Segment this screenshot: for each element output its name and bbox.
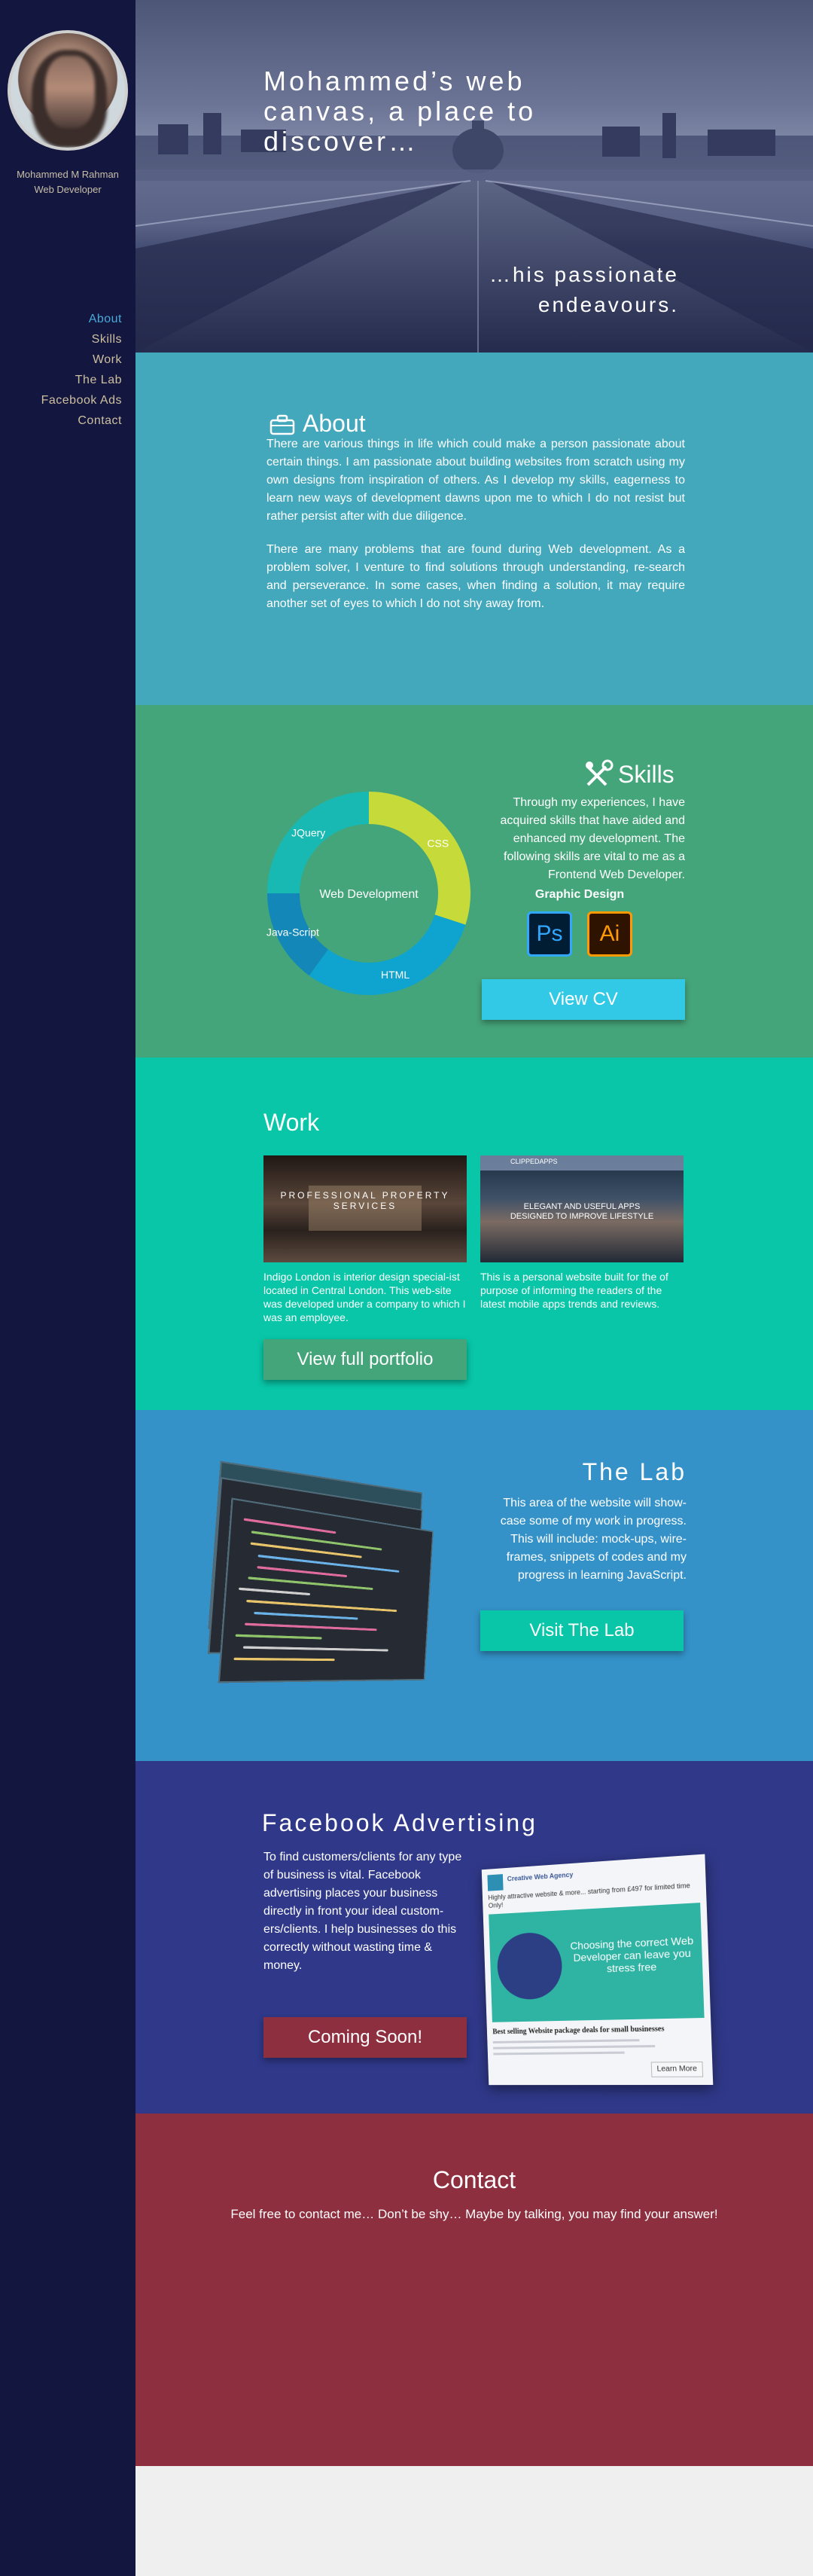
chart-label-html: HTML: [381, 969, 410, 981]
lab-heading: The Lab: [582, 1458, 687, 1485]
chart-slice-html: [309, 914, 466, 995]
work-desc-indigo: Indigo London is interior design special…: [263, 1271, 466, 1323]
chart-label-jquery: JQuery: [291, 827, 325, 839]
facebook-ad-preview: Creative Web Agency Highly attractive we…: [481, 1854, 714, 2086]
work-desc-clippedapps: This is a personal website built for the…: [480, 1271, 668, 1310]
nav-item-the-lab[interactable]: The Lab: [41, 370, 122, 390]
code-screen-front: [218, 1497, 434, 1683]
ad-title: Best selling Website package deals for s…: [492, 2025, 665, 2037]
facebook-heading: Facebook Advertising: [262, 1809, 537, 1836]
nav-item-facebook-ads[interactable]: Facebook Ads: [41, 390, 122, 411]
skills-heading: Skills: [618, 761, 674, 788]
lab-code-screens: [203, 1460, 459, 1704]
contact-section: Contact Feel free to contact me… Don’t b…: [136, 2114, 813, 2466]
coming-soon-button[interactable]: Coming Soon!: [263, 2017, 467, 2058]
visit-lab-button[interactable]: Visit The Lab: [480, 1610, 684, 1651]
work-thumbnail-clippedapps[interactable]: CLIPPEDAPPS ELEGANT AND USEFUL APPS DESI…: [480, 1155, 684, 1262]
main-nav: About Skills Work The Lab Facebook Ads C…: [41, 309, 122, 431]
work-heading: Work: [263, 1109, 320, 1136]
facebook-text: To find customers/clients for any type o…: [263, 1851, 462, 1972]
about-paragraph-1: There are various things in life which c…: [266, 438, 685, 523]
view-portfolio-button[interactable]: View full portfolio: [263, 1339, 467, 1380]
graphic-design-heading: Graphic Design: [534, 888, 625, 901]
ad-image-badge: [496, 1931, 563, 2001]
ad-learn-more-button[interactable]: Learn More: [650, 2061, 704, 2077]
chart-slice-css: [369, 792, 470, 925]
chart-label-css: CSS: [427, 837, 449, 849]
thumb1-caption: PROFESSIONAL PROPERTY SERVICES: [280, 1190, 450, 1211]
profile-caption: Mohammed M Rahman Web Developer: [0, 167, 136, 197]
hero-title: Mohammed’s web canvas, a place to discov…: [263, 66, 537, 157]
nav-item-work[interactable]: Work: [41, 349, 122, 370]
hero-tagline: …his passionate endeavours.: [489, 263, 679, 316]
sidebar: Mohammed M Rahman Web Developer About Sk…: [0, 0, 136, 2576]
work-section: Work PROFESSIONAL PROPERTY SERVICES CLIP…: [136, 1058, 813, 1410]
thumb2-caption: ELEGANT AND USEFUL APPS DESIGNED TO IMPR…: [510, 1202, 654, 1221]
tools-icon: [586, 759, 614, 786]
nav-item-skills[interactable]: Skills: [41, 329, 122, 349]
briefcase-icon: [269, 414, 295, 435]
contact-text: Feel free to contact me… Don’t be shy… M…: [230, 2207, 718, 2221]
nav-item-contact[interactable]: Contact: [41, 411, 122, 431]
about-paragraph-2: There are many problems that are found d…: [266, 543, 685, 610]
about-section: About There are various things in life w…: [136, 353, 813, 705]
ad-image: Choosing the correct Web Developer can l…: [489, 1903, 705, 2022]
about-heading: About: [303, 410, 366, 437]
skills-section: CSS HTML Java-Script JQuery Web Development …: [136, 705, 813, 1058]
profile-role: Web Developer: [34, 184, 102, 195]
lab-section: The Lab This area of the website will sh…: [136, 1410, 813, 1761]
chart-label-javascript: Java-Script: [266, 926, 319, 939]
thumb2-brand: CLIPPEDAPPS: [510, 1158, 558, 1165]
lab-text: This area of the website will show-case …: [500, 1497, 687, 1582]
view-cv-button[interactable]: View CV: [482, 979, 685, 1020]
chart-center-label: Web Development: [319, 888, 419, 901]
chart-slice-jquery: [267, 792, 369, 893]
avatar: [8, 30, 128, 151]
photoshop-icon: Ps: [527, 911, 572, 957]
nav-item-about[interactable]: About: [41, 309, 122, 329]
ad-page-name: Creative Web Agency: [507, 1870, 574, 1883]
contact-heading: Contact: [432, 2166, 516, 2193]
illustrator-icon: Ai: [587, 911, 632, 957]
skills-text: Through my experiences, I have acquired …: [500, 796, 686, 881]
ad-headline: Choosing the correct Web Developer can l…: [570, 1934, 694, 1975]
skills-donut-chart: CSS HTML Java-Script JQuery Web Development: [266, 792, 470, 995]
avatar-face: [45, 56, 95, 128]
work-thumbnail-indigo[interactable]: PROFESSIONAL PROPERTY SERVICES: [263, 1155, 467, 1262]
hero-section: Mohammed’s web canvas, a place to discov…: [136, 0, 813, 353]
profile-name: Mohammed M Rahman: [17, 169, 119, 180]
page-footer: [136, 2466, 813, 2576]
facebook-section: Facebook Advertising To find customers/c…: [136, 1761, 813, 2114]
ad-page-avatar: [487, 1874, 504, 1891]
